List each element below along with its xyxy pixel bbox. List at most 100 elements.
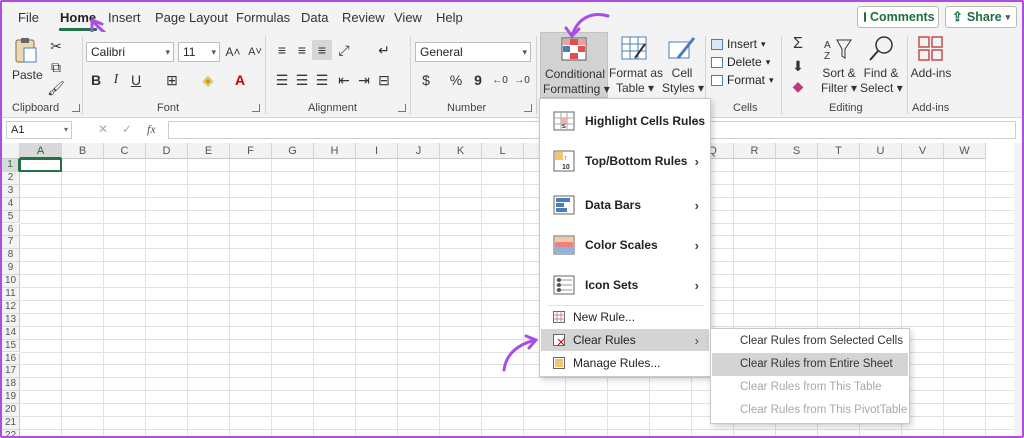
column-header-R[interactable]: R bbox=[734, 143, 776, 159]
menu-item-color-scales[interactable]: Color Scales › bbox=[541, 225, 709, 265]
row-header-8[interactable]: 8 bbox=[2, 249, 20, 263]
align-center-icon[interactable]: ☰ bbox=[292, 70, 312, 90]
percent-button[interactable]: % bbox=[446, 70, 466, 90]
row-header-13[interactable]: 13 bbox=[2, 313, 20, 327]
column-header-U[interactable]: U bbox=[860, 143, 902, 159]
clipboard-launcher-icon[interactable] bbox=[72, 104, 80, 112]
menu-item-top-bottom-rules[interactable]: ↑ 10 Top/Bottom Rules › bbox=[541, 141, 709, 181]
tab-view[interactable]: View bbox=[394, 10, 422, 25]
format-as-table-button[interactable]: Format as Table ▾ bbox=[609, 32, 663, 98]
align-top-icon[interactable]: ≡ bbox=[272, 40, 292, 60]
bold-button[interactable]: B bbox=[86, 70, 106, 90]
vertical-scrollbar[interactable] bbox=[1014, 143, 1022, 436]
font-launcher-icon[interactable] bbox=[252, 104, 260, 112]
row-header-16[interactable]: 16 bbox=[2, 352, 20, 366]
row-header-11[interactable]: 11 bbox=[2, 288, 20, 301]
column-header-W[interactable]: W bbox=[944, 143, 986, 159]
format-cells-button[interactable]: Format ▾ bbox=[711, 71, 774, 89]
currency-button[interactable]: $ bbox=[416, 70, 436, 90]
column-header-A[interactable]: A bbox=[20, 143, 62, 159]
align-bottom-icon[interactable]: ≡ bbox=[312, 40, 332, 60]
delete-cells-button[interactable]: Delete ▾ bbox=[711, 53, 770, 71]
sort-filter-button[interactable]: A Z Sort & Filter ▾ bbox=[818, 32, 860, 98]
column-header-S[interactable]: S bbox=[776, 143, 818, 159]
tab-file[interactable]: File bbox=[18, 10, 39, 25]
clear-icon[interactable]: ◆ bbox=[788, 76, 808, 96]
tab-page-layout[interactable]: Page Layout bbox=[155, 10, 228, 25]
align-right-icon[interactable]: ☰ bbox=[312, 70, 332, 90]
cut-icon[interactable]: ✂ bbox=[46, 36, 66, 56]
comments-button[interactable]: Comments bbox=[857, 6, 939, 28]
menu-item-manage-rules[interactable]: Manage Rules... bbox=[541, 352, 709, 374]
enter-icon[interactable]: ✓ bbox=[122, 122, 132, 136]
paste-button[interactable]: Paste bbox=[10, 36, 44, 90]
submenu-clear-selected-cells[interactable]: Clear Rules from Selected Cells bbox=[712, 330, 908, 353]
column-header-T[interactable]: T bbox=[818, 143, 860, 159]
chevron-down-icon[interactable]: ▾ bbox=[1006, 12, 1011, 23]
column-header-K[interactable]: K bbox=[440, 143, 482, 159]
row-header-14[interactable]: 14 bbox=[2, 326, 20, 340]
column-header-C[interactable]: C bbox=[104, 143, 146, 159]
underline-button[interactable]: U bbox=[126, 70, 146, 90]
column-header-L[interactable]: L bbox=[482, 143, 524, 159]
fill-icon[interactable]: ⬇ bbox=[788, 56, 808, 76]
number-launcher-icon[interactable] bbox=[524, 104, 532, 112]
row-header-17[interactable]: 17 bbox=[2, 365, 20, 379]
comma-button[interactable]: 9 bbox=[468, 70, 488, 90]
decrease-indent-icon[interactable]: ⇤ bbox=[334, 70, 354, 90]
row-header-15[interactable]: 15 bbox=[2, 339, 20, 353]
tab-data[interactable]: Data bbox=[301, 10, 328, 25]
tab-review[interactable]: Review bbox=[342, 10, 385, 25]
font-size-combo[interactable]: 11 ▾ bbox=[178, 42, 220, 62]
increase-indent-icon[interactable]: ⇥ bbox=[354, 70, 374, 90]
name-box[interactable]: A1 ▾ bbox=[6, 121, 72, 139]
align-middle-icon[interactable]: ≡ bbox=[292, 40, 312, 60]
font-name-combo[interactable]: Calibri ▾ bbox=[86, 42, 174, 62]
menu-item-clear-rules[interactable]: Clear Rules › bbox=[541, 329, 709, 351]
alignment-launcher-icon[interactable] bbox=[398, 104, 406, 112]
cell-styles-button[interactable]: Cell Styles ▾ bbox=[662, 32, 704, 98]
column-header-D[interactable]: D bbox=[146, 143, 188, 159]
copy-icon[interactable]: ⧉ bbox=[46, 57, 66, 77]
menu-item-icon-sets[interactable]: Icon Sets › bbox=[541, 265, 709, 305]
menu-item-new-rule[interactable]: New Rule... bbox=[541, 306, 709, 328]
italic-button[interactable]: I bbox=[106, 70, 126, 90]
column-header-B[interactable]: B bbox=[62, 143, 104, 159]
increase-font-icon[interactable]: A˄ bbox=[223, 42, 243, 62]
row-header-7[interactable]: 7 bbox=[2, 236, 20, 250]
row-header-10[interactable]: 10 bbox=[2, 275, 20, 288]
menu-item-data-bars[interactable]: Data Bars › bbox=[541, 185, 709, 225]
fill-color-icon[interactable]: ◈ bbox=[198, 70, 218, 90]
font-color-icon[interactable]: A bbox=[230, 70, 250, 90]
row-header-1[interactable]: 1 bbox=[2, 159, 20, 172]
wrap-text-icon[interactable]: ↵ bbox=[374, 40, 394, 60]
share-button[interactable]: ⇪ Share ▾ bbox=[945, 6, 1017, 28]
column-header-I[interactable]: I bbox=[356, 143, 398, 159]
row-header-5[interactable]: 5 bbox=[2, 210, 20, 224]
row-header-18[interactable]: 18 bbox=[2, 378, 20, 392]
column-header-V[interactable]: V bbox=[902, 143, 944, 159]
column-header-F[interactable]: F bbox=[230, 143, 272, 159]
column-header-H[interactable]: H bbox=[314, 143, 356, 159]
number-format-combo[interactable]: General ▾ bbox=[415, 42, 531, 62]
autosum-icon[interactable]: Σ bbox=[788, 34, 808, 54]
tab-help[interactable]: Help bbox=[436, 10, 463, 25]
increase-decimal-icon[interactable]: ←0 bbox=[490, 70, 510, 90]
submenu-clear-entire-sheet[interactable]: Clear Rules from Entire Sheet bbox=[712, 353, 908, 376]
row-header-9[interactable]: 9 bbox=[2, 262, 20, 276]
row-header-2[interactable]: 2 bbox=[2, 171, 20, 185]
format-painter-icon[interactable]: 🖌 bbox=[46, 78, 66, 98]
select-all-corner[interactable] bbox=[2, 143, 20, 159]
row-header-20[interactable]: 20 bbox=[2, 404, 20, 417]
orientation-icon[interactable]: ⤢ bbox=[334, 40, 354, 60]
insert-cells-button[interactable]: Insert ▾ bbox=[711, 35, 766, 53]
decrease-decimal-icon[interactable]: →0 bbox=[512, 70, 532, 90]
tab-formulas[interactable]: Formulas bbox=[236, 10, 290, 25]
row-header-4[interactable]: 4 bbox=[2, 197, 20, 211]
column-header-G[interactable]: G bbox=[272, 143, 314, 159]
insert-function-button[interactable]: fx bbox=[147, 122, 156, 137]
menu-item-highlight-cells-rules[interactable]: ≤ Highlight Cells Rules › bbox=[541, 101, 709, 141]
column-header-J[interactable]: J bbox=[398, 143, 440, 159]
column-header-E[interactable]: E bbox=[188, 143, 230, 159]
decrease-font-icon[interactable]: A˅ bbox=[245, 42, 265, 62]
